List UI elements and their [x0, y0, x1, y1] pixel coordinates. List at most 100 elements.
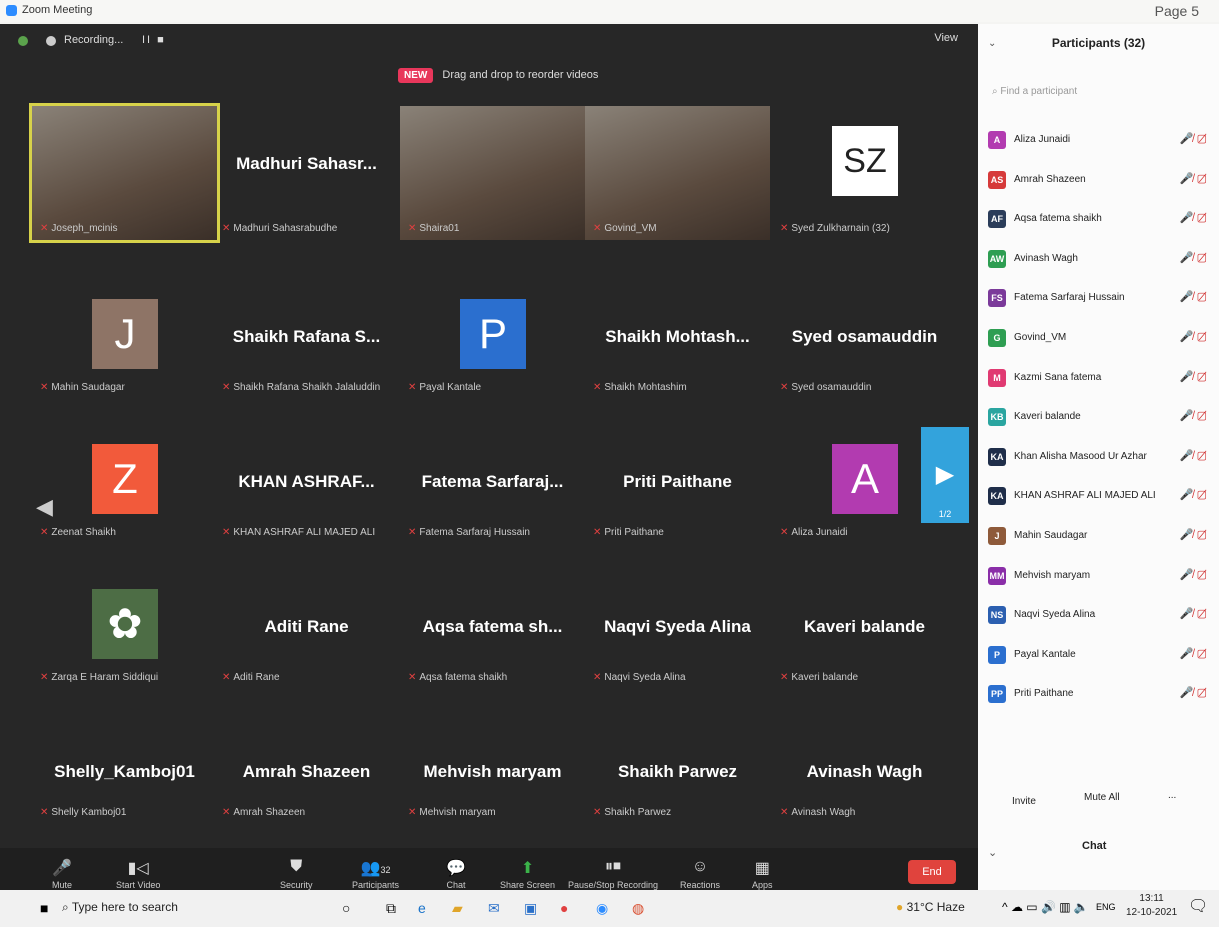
chat-header[interactable]: ⌄ Chat [978, 836, 1219, 876]
participant-row[interactable]: FS Fatema Sarfaraj Hussain 🎤̸ ▢̸ [978, 280, 1219, 320]
reactions-button[interactable]: ☺ Reactions [680, 858, 720, 890]
zoom-taskbar-icon[interactable]: ◉ [596, 900, 608, 917]
view-button[interactable]: View [934, 32, 958, 44]
video-tile[interactable]: ✕ Joseph_mcinis [29, 103, 220, 243]
chat-button[interactable]: 💬 Chat [446, 858, 466, 890]
next-page-button[interactable]: ▶ 1/2 [921, 427, 969, 523]
tile-name-label: ✕ Govind_VM [593, 223, 657, 234]
participant-row[interactable]: KB Kaveri balande 🎤̸ ▢̸ [978, 399, 1219, 439]
app-icon[interactable]: ● [560, 900, 568, 916]
chrome-icon[interactable]: ◍ [632, 900, 644, 917]
participant-row[interactable]: NS Naqvi Syeda Alina 🎤̸ ▢̸ [978, 597, 1219, 637]
video-tile[interactable]: Aqsa fatema sh... ✕ Aqsa fatema shaikh [400, 569, 585, 689]
apps-button[interactable]: ▦ Apps [752, 858, 773, 890]
video-tile[interactable]: Priti Paithane ✕ Priti Paithane [585, 424, 770, 544]
tile-display-name: Madhuri Sahasr... [236, 154, 377, 173]
mail-icon[interactable]: ✉ [488, 900, 500, 917]
participant-row[interactable]: M Kazmi Sana fatema 🎤̸ ▢̸ [978, 360, 1219, 400]
mute-button[interactable]: 🎤 Mute [52, 858, 72, 890]
participants-title: Participants (32) [1051, 36, 1146, 50]
start-video-button[interactable]: ▮◁ Start Video [116, 858, 160, 890]
page-mark: Page 5 [1154, 3, 1199, 19]
windows-start-icon[interactable]: ■ [40, 900, 48, 916]
participant-row[interactable]: AW Avinash Wagh 🎤̸ ▢̸ [978, 241, 1219, 281]
muted-mic-icon: ✕ [780, 672, 789, 683]
recording-controls[interactable]: II ■ [142, 34, 166, 46]
recording-dot-icon [46, 36, 56, 46]
video-tile[interactable]: KHAN ASHRAF... ✕ KHAN ASHRAF ALI MAJED ALI [214, 424, 399, 544]
pause-stop-recording-label: Pause/Stop Recording [568, 880, 659, 890]
participant-row[interactable]: AF Aqsa fatema shaikh 🎤̸ ▢̸ [978, 201, 1219, 241]
more-button[interactable]: ... [1168, 790, 1176, 801]
notification-icon[interactable]: 🗨 [1188, 896, 1208, 916]
microphone-icon: 🎤 [52, 860, 72, 877]
muted-mic-icon: ✕ [222, 527, 231, 538]
video-tile[interactable]: ✿ ✕ Zarqa E Haram Siddiqui [32, 569, 217, 689]
prev-page-arrow-icon[interactable]: ◀ [36, 494, 53, 520]
taskbar-search[interactable]: ⌕ Type here to search [62, 900, 178, 915]
participant-row[interactable]: MM Mehvish maryam 🎤̸ ▢̸ [978, 558, 1219, 598]
muted-mic-icon: ✕ [40, 807, 49, 818]
participant-row[interactable]: KA Khan Alisha Masood Ur Azhar 🎤̸ ▢̸ [978, 439, 1219, 479]
new-badge: NEW [398, 68, 434, 83]
video-tile[interactable]: Mehvish maryam ✕ Mehvish maryam [400, 714, 585, 824]
mic-video-off-icon: 🎤̸ ▢̸ [1179, 568, 1207, 581]
participant-row[interactable]: KA KHAN ASHRAF ALI MAJED ALI 🎤̸ ▢̸ [978, 478, 1219, 518]
participant-row[interactable]: P Payal Kantale 🎤̸ ▢̸ [978, 637, 1219, 677]
video-tile[interactable]: Syed osamauddin ✕ Syed osamauddin [772, 279, 957, 399]
video-tile[interactable]: ✕ Govind_VM [585, 106, 770, 240]
tray-icons[interactable]: ^ ☁ ▭ 🔊 ▥ 🔈 [1002, 900, 1089, 914]
window-title: Zoom Meeting [22, 4, 93, 16]
video-tile[interactable]: Avinash Wagh ✕ Avinash Wagh [772, 714, 957, 824]
participant-avatar: KA [988, 487, 1006, 506]
mute-all-button[interactable]: Mute All [1084, 792, 1120, 803]
cortana-icon[interactable]: ○ [342, 900, 350, 916]
participant-row[interactable]: AS Amrah Shazeen 🎤̸ ▢̸ [978, 162, 1219, 202]
security-button[interactable]: ⛊ Security [280, 858, 313, 890]
tile-name-label: ✕ Syed osamauddin [780, 382, 871, 393]
participant-row[interactable]: A Aliza Junaidi 🎤̸ ▢̸ [978, 122, 1219, 162]
participant-search[interactable]: ⌕ Find a participant [992, 86, 1077, 97]
participant-name: Avinash Wagh [1014, 252, 1078, 264]
video-tile[interactable]: Shelly_Kamboj01 ✕ Shelly Kamboj01 [32, 714, 217, 824]
language-indicator[interactable]: ENG [1096, 902, 1116, 912]
video-tile[interactable]: Aditi Rane ✕ Aditi Rane [214, 569, 399, 689]
participant-avatar: A [988, 131, 1006, 149]
tile-display-name: Avinash Wagh [806, 762, 923, 781]
video-tile[interactable]: Shaikh Rafana S... ✕ Shaikh Rafana Shaikh … [214, 279, 399, 399]
participants-button[interactable]: 👥32 Participants [352, 858, 399, 890]
store-icon[interactable]: ▣ [524, 900, 537, 917]
clock[interactable]: 13:11 12-10-2021 [1126, 892, 1177, 920]
edge-icon[interactable]: e [418, 900, 426, 916]
tile-name-text: Priti Paithane [604, 527, 664, 538]
video-tile[interactable]: Kaveri balande ✕ Kaveri balande [772, 569, 957, 689]
video-tile[interactable]: P ✕ Payal Kantale [400, 279, 585, 399]
video-gallery: Recording... II ■ View NEW Drag and drop… [0, 24, 978, 890]
video-tile[interactable]: J ✕ Mahin Saudagar [32, 279, 217, 399]
pause-stop-recording-button[interactable]: ⏸⏹ Pause/Stop Recording [568, 858, 658, 890]
video-tile[interactable]: Shaikh Parwez ✕ Shaikh Parwez [585, 714, 770, 824]
video-tile[interactable]: Fatema Sarfaraj... ✕ Fatema Sarfaraj Hussa… [400, 424, 585, 544]
share-screen-button[interactable]: ⬆ Share Screen [500, 858, 555, 890]
video-tile[interactable]: SZ ✕ Syed Zulkharnain (32) [772, 106, 957, 240]
recording-label: Recording... [64, 34, 124, 46]
video-tile[interactable]: Shaikh Mohtash... ✕ Shaikh Mohtashim [585, 279, 770, 399]
taskbar-search-text: Type here to search [71, 900, 178, 914]
tile-name-label: ✕ Joseph_mcinis [40, 223, 118, 234]
video-tile[interactable]: ✕ Shaira01 [400, 106, 585, 240]
file-explorer-icon[interactable]: ▰ [452, 900, 463, 917]
participant-row[interactable]: J Mahin Saudagar 🎤̸ ▢̸ [978, 518, 1219, 558]
video-tile[interactable]: Z ✕ Zeenat Shaikh [32, 424, 217, 544]
video-tile[interactable]: Madhuri Sahasr... ✕ Madhuri Sahasrabudhe [214, 106, 399, 240]
video-tile[interactable]: Amrah Shazeen ✕ Amrah Shazeen [214, 714, 399, 824]
task-view-icon[interactable]: ⧉ [386, 900, 396, 917]
participant-row[interactable]: G Govind_VM 🎤̸ ▢̸ [978, 320, 1219, 360]
end-meeting-button[interactable]: End [908, 860, 956, 884]
invite-button[interactable]: Invite [1012, 796, 1036, 807]
participant-avatar: PP [988, 685, 1006, 704]
weather-widget[interactable]: ● 31°C Haze [896, 900, 965, 914]
video-tile[interactable]: Naqvi Syeda Alina ✕ Naqvi Syeda Alina [585, 569, 770, 689]
participant-row[interactable]: PP Priti Paithane 🎤̸ ▢̸ [978, 676, 1219, 716]
shield-status-icon[interactable] [18, 36, 28, 46]
muted-mic-icon: ✕ [593, 223, 602, 234]
